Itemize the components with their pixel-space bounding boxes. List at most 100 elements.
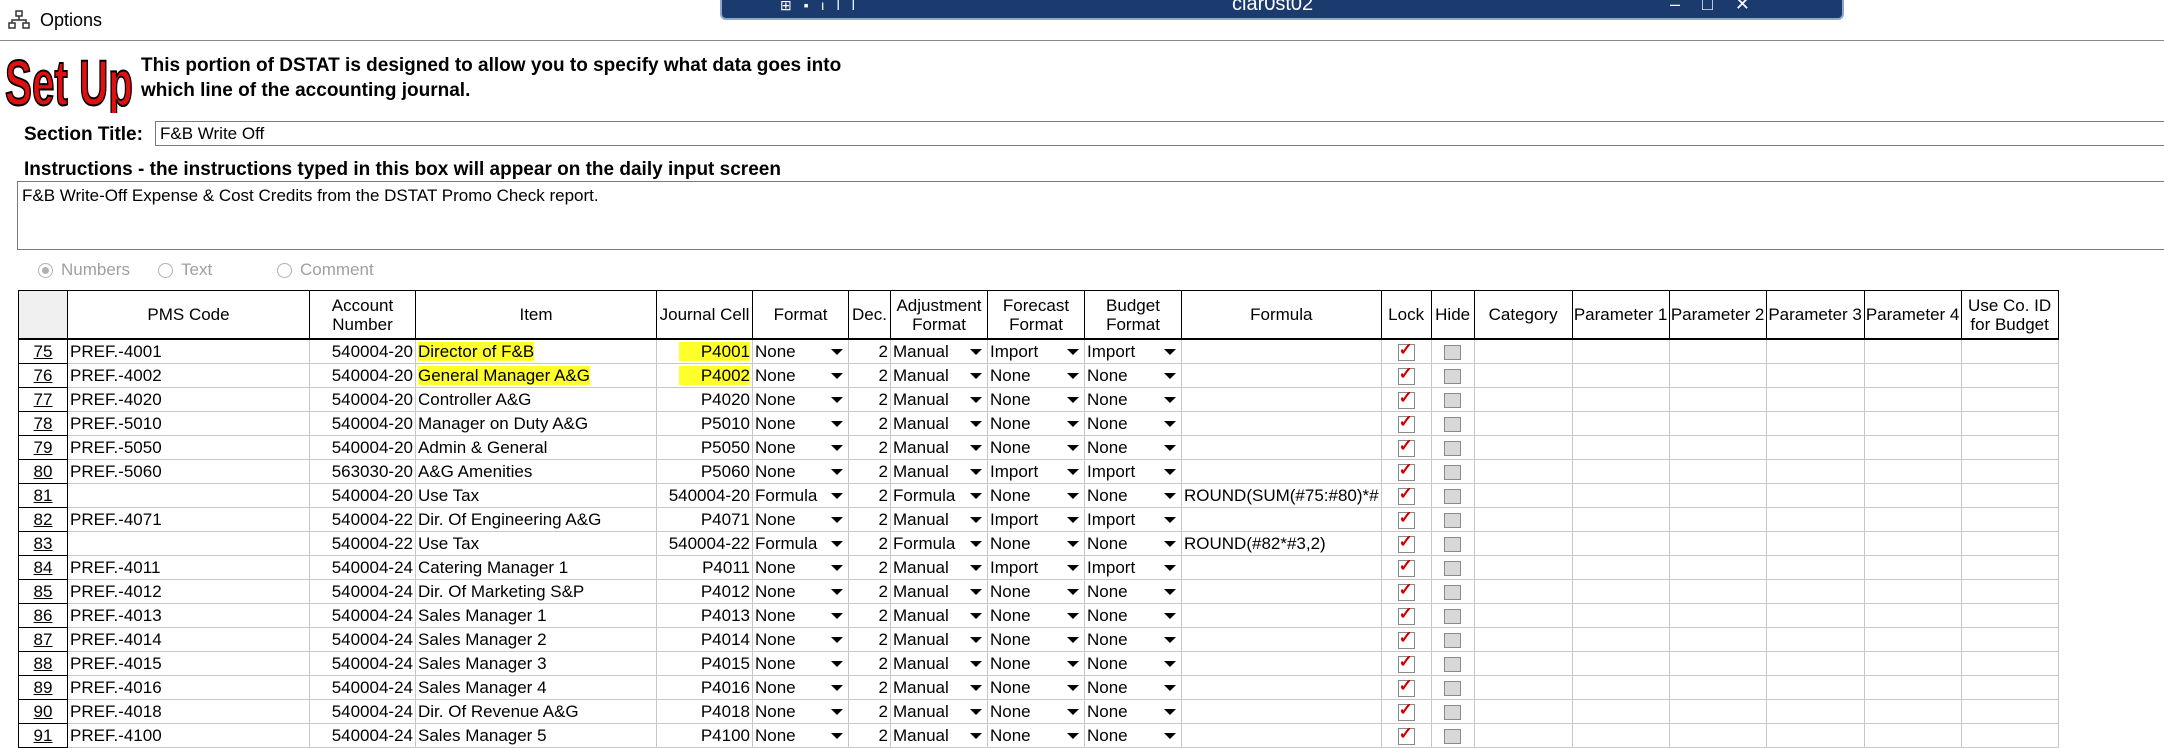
journal-cell[interactable]: P4020 <box>656 387 753 412</box>
lock-checkbox[interactable]: ✓ <box>1397 677 1415 697</box>
budget-format-dropdown[interactable]: None <box>1084 699 1182 724</box>
dropdown-arrow-icon[interactable] <box>1067 565 1079 571</box>
formula-cell[interactable] <box>1181 435 1382 460</box>
parameter-2-cell[interactable] <box>1668 699 1767 724</box>
use-co-id-cell[interactable] <box>1960 699 2059 724</box>
lock-cell[interactable]: ✓ <box>1380 435 1432 460</box>
hide-checkbox[interactable] <box>1444 704 1462 720</box>
formula-cell[interactable]: ROUND(#82*#3,2) <box>1181 531 1382 556</box>
dec-cell[interactable]: 2 <box>848 338 891 364</box>
category-cell[interactable] <box>1473 603 1573 628</box>
parameter-2-cell[interactable] <box>1668 723 1767 748</box>
item-cell[interactable]: Dir. Of Engineering A&G <box>415 507 657 532</box>
row-number[interactable]: 83 <box>18 531 68 556</box>
format-dropdown[interactable]: None <box>752 675 849 700</box>
use-co-id-cell[interactable] <box>1960 483 2059 508</box>
dropdown-arrow-icon[interactable] <box>970 349 982 355</box>
dropdown-arrow-icon[interactable] <box>970 661 982 667</box>
dropdown-arrow-icon[interactable] <box>1067 661 1079 667</box>
account-number-cell[interactable]: 540004-22 <box>309 531 416 556</box>
parameter-3-cell[interactable] <box>1765 531 1865 556</box>
format-dropdown[interactable]: None <box>752 627 849 652</box>
adjustment-format-dropdown[interactable]: Manual <box>890 387 988 412</box>
hide-checkbox[interactable] <box>1444 656 1462 672</box>
hide-cell[interactable] <box>1430 579 1475 604</box>
formula-cell[interactable] <box>1181 555 1382 580</box>
parameter-2-cell[interactable] <box>1668 675 1767 700</box>
radio-text[interactable]: Text <box>158 260 212 280</box>
row-number[interactable]: 78 <box>18 411 68 436</box>
budget-format-dropdown[interactable]: Import <box>1084 507 1182 532</box>
table-row[interactable]: 80 PREF.-5060 563030-20 A&G Amenities P5060 N… <box>18 459 2059 484</box>
item-cell[interactable]: Director of F&B <box>415 338 657 364</box>
journal-cell[interactable]: P5050 <box>656 435 753 460</box>
hide-checkbox[interactable] <box>1444 392 1462 408</box>
dec-cell[interactable]: 2 <box>848 483 891 508</box>
table-row[interactable]: 77 PREF.-4020 540004-20 Controller A&G P4020… <box>18 387 2059 412</box>
adjustment-format-dropdown[interactable]: Manual <box>890 579 988 604</box>
instructions-textbox[interactable]: F&B Write-Off Expense & Cost Credits fro… <box>17 181 2164 250</box>
category-cell[interactable] <box>1473 387 1573 412</box>
parameter-2-cell[interactable] <box>1668 483 1767 508</box>
adjustment-format-dropdown[interactable]: Formula <box>890 483 988 508</box>
category-cell[interactable] <box>1473 435 1573 460</box>
hide-checkbox[interactable] <box>1444 344 1462 360</box>
dropdown-arrow-icon[interactable] <box>970 733 982 739</box>
dropdown-arrow-icon[interactable] <box>1164 373 1176 379</box>
format-dropdown[interactable]: None <box>752 459 849 484</box>
row-number[interactable]: 79 <box>18 435 68 460</box>
lock-checkbox[interactable]: ✓ <box>1397 461 1415 481</box>
table-row[interactable]: 79 PREF.-5050 540004-20 Admin & General P505… <box>18 435 2059 460</box>
parameter-3-cell[interactable] <box>1765 699 1865 724</box>
format-dropdown[interactable]: None <box>752 338 849 364</box>
format-dropdown[interactable]: None <box>752 411 849 436</box>
dropdown-arrow-icon[interactable] <box>970 685 982 691</box>
use-co-id-cell[interactable] <box>1960 555 2059 580</box>
budget-format-dropdown[interactable]: None <box>1084 675 1182 700</box>
lock-checkbox[interactable]: ✓ <box>1397 653 1415 673</box>
parameter-4-cell[interactable] <box>1863 627 1962 652</box>
adjustment-format-dropdown[interactable]: Formula <box>890 531 988 556</box>
hide-cell[interactable] <box>1430 555 1475 580</box>
hide-checkbox[interactable] <box>1444 488 1462 504</box>
lock-cell[interactable]: ✓ <box>1380 363 1432 388</box>
formula-cell[interactable] <box>1181 338 1382 364</box>
parameter-2-cell[interactable] <box>1668 459 1767 484</box>
adjustment-format-dropdown[interactable]: Manual <box>890 627 988 652</box>
hide-cell[interactable] <box>1430 651 1475 676</box>
parameter-3-cell[interactable] <box>1765 483 1865 508</box>
lock-checkbox[interactable]: ✓ <box>1397 437 1415 457</box>
parameter-2-cell[interactable] <box>1668 507 1767 532</box>
formula-cell[interactable] <box>1181 507 1382 532</box>
category-cell[interactable] <box>1473 507 1573 532</box>
account-number-cell[interactable]: 540004-20 <box>309 338 416 364</box>
pms-code-cell[interactable]: PREF.-4013 <box>67 603 310 628</box>
lock-cell[interactable]: ✓ <box>1380 555 1432 580</box>
format-dropdown[interactable]: None <box>752 555 849 580</box>
parameter-4-cell[interactable] <box>1863 507 1962 532</box>
lock-cell[interactable]: ✓ <box>1380 483 1432 508</box>
budget-format-dropdown[interactable]: None <box>1084 435 1182 460</box>
budget-format-dropdown[interactable]: None <box>1084 579 1182 604</box>
parameter-3-cell[interactable] <box>1765 603 1865 628</box>
item-cell[interactable]: Sales Manager 3 <box>415 651 657 676</box>
section-title-input[interactable] <box>155 121 2164 146</box>
dropdown-arrow-icon[interactable] <box>1164 541 1176 547</box>
row-number[interactable]: 91 <box>18 723 68 748</box>
forecast-format-dropdown[interactable]: None <box>987 603 1085 628</box>
forecast-format-dropdown[interactable]: None <box>987 411 1085 436</box>
formula-cell[interactable] <box>1181 723 1382 748</box>
use-co-id-cell[interactable] <box>1960 435 2059 460</box>
use-co-id-cell[interactable] <box>1960 651 2059 676</box>
parameter-1-cell[interactable] <box>1571 363 1670 388</box>
parameter-2-cell[interactable] <box>1668 603 1767 628</box>
lock-checkbox[interactable]: ✓ <box>1397 485 1415 505</box>
pms-code-cell[interactable]: PREF.-4071 <box>67 507 310 532</box>
forecast-format-dropdown[interactable]: None <box>987 723 1085 748</box>
lock-cell[interactable]: ✓ <box>1380 507 1432 532</box>
adjustment-format-dropdown[interactable]: Manual <box>890 675 988 700</box>
format-dropdown[interactable]: Formula <box>752 483 849 508</box>
use-co-id-cell[interactable] <box>1960 387 2059 412</box>
dropdown-arrow-icon[interactable] <box>970 565 982 571</box>
dropdown-arrow-icon[interactable] <box>1164 709 1176 715</box>
